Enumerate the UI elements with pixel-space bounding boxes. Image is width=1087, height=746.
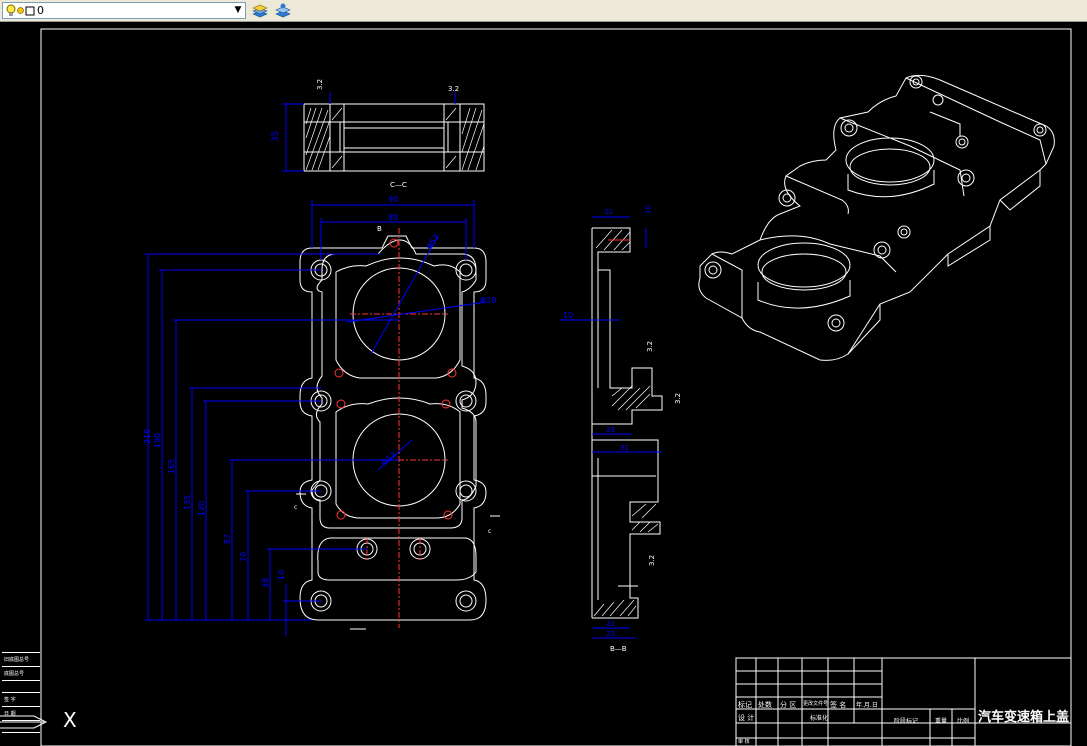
layer-states-icon[interactable] [274,2,292,19]
section-c-right: c [488,528,491,535]
layer-toolbar: 0 ▼ [0,0,1087,22]
roughness-32-top2: 3.2 [448,85,459,93]
dim-10: 10 [277,570,286,580]
tb-cell-design: 设 计 [738,714,755,722]
section-c-left: c [294,504,297,511]
section-b-mark: B [377,225,382,233]
tb-cell-date: 年.月.日 [856,702,878,709]
side-dim-31: 31 [620,444,629,452]
drawing-title: 汽车变速箱上盖 [978,710,1070,725]
tb-cell-mark: 标记 [738,701,752,709]
layer-previous-icon[interactable] [251,2,269,19]
side-dim-23b: 23 [606,630,615,638]
tb-cell-stage: 阶段标记 [894,718,919,725]
dim-38: 38 [261,578,270,588]
dim-90: 90 [388,195,398,204]
dim-135: 135 [183,495,192,510]
ucs-arrow-icon [0,715,48,729]
side-dim-22b: 22 [606,620,615,628]
dim-80: 80 [388,213,398,222]
section-cc-label: C—C [390,181,407,189]
tb-cell-standard: 标准化 [810,715,829,722]
sun-icon[interactable] [16,4,25,17]
lp-old-base: 旧底图总号 [4,657,30,663]
section-cc-view [303,103,485,172]
center-lines [350,228,448,628]
tb-cell-sign: 签 名 [830,701,847,709]
tb-cell-review: 审 核 [738,739,750,745]
side-roughness-c: 3.2 [648,555,656,566]
tb-cell-scale: 比例 [957,718,970,725]
dim-210: 210 [143,429,152,444]
ucs-x-label: X [63,708,77,732]
section-bb-label: B—B [610,645,627,653]
layer-dropdown[interactable]: 0 ▼ [2,2,246,19]
dim-165: 165 [167,459,176,474]
isometric-view [698,74,1055,361]
drawing-canvas[interactable]: 35 3.2 3.2 C—C 90 80 B Φ52 Φ20 Φ52 210 1… [0,22,1087,746]
roughness-32-top: 3.2 [316,79,324,90]
side-dim-22: 22 [604,208,613,216]
side-roughness-b: 3.2 [674,393,682,404]
layer-name: 0 [37,4,44,17]
section-cc-hatching [305,107,485,171]
dim-70: 70 [239,552,248,562]
plan-view-outline [299,235,487,621]
dim-dia52-bottom: Φ52 [380,450,398,467]
dim-35: 35 [271,131,281,142]
side-dim-10: 10 [563,311,573,320]
dim-dia20: Φ20 [480,296,496,305]
dim-190: 190 [153,433,162,448]
dropdown-arrow-icon[interactable]: ▼ [232,3,244,18]
lp-sign: 签 字 [4,697,16,703]
color-square-icon[interactable] [25,4,35,17]
plan-view-small-holes [334,238,457,520]
side-dim-23a: 23 [606,426,615,434]
side-roughness-a: 3.2 [646,341,654,352]
tb-cell-change-doc: 更改文件号 [803,701,829,707]
tb-cell-weight: 重量 [935,718,948,725]
dim-87: 87 [223,534,232,544]
tb-cell-count: 处数 [758,701,772,709]
dim-120: 120 [197,501,206,516]
lp-base: 底图总号 [4,671,25,677]
side-dim-10-top: 10 [644,205,652,214]
tb-cell-zone: 分 区 [780,701,797,709]
